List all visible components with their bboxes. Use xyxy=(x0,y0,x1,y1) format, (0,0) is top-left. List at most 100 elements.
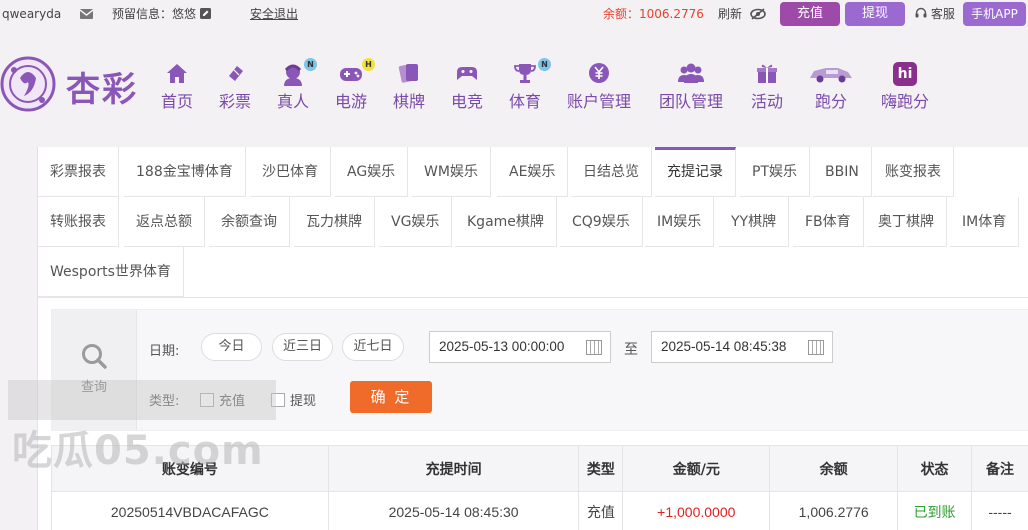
logo-text: 杏彩 xyxy=(66,70,138,110)
car-icon xyxy=(808,62,854,86)
tab-ag[interactable]: AG娱乐 xyxy=(335,147,409,197)
search-icon xyxy=(82,344,107,369)
nav-label: 账户管理 xyxy=(566,92,631,111)
customer-service[interactable]: 客服 xyxy=(915,0,955,28)
trophy-icon: N xyxy=(511,58,551,86)
range-three-days[interactable]: 近三日 xyxy=(272,333,333,361)
start-date-input[interactable]: 2025-05-13 00:00:00 xyxy=(429,331,611,363)
tab-wali[interactable]: 瓦力棋牌 xyxy=(294,197,375,247)
col-status: 状态 xyxy=(897,445,973,492)
col-remark: 备注 xyxy=(971,445,1028,492)
type-deposit-label: 充值 xyxy=(219,394,246,409)
nav-label: 彩票 xyxy=(218,92,251,111)
nav-label: 体育 xyxy=(508,92,541,111)
site-logo[interactable]: 杏彩 xyxy=(0,56,150,114)
refresh-link[interactable]: 刷新 xyxy=(718,0,742,28)
cell-time: 2025-05-14 08:45:30 xyxy=(327,491,580,530)
calendar-icon[interactable] xyxy=(808,340,824,355)
range-today[interactable]: 今日 xyxy=(201,333,262,361)
esports-icon xyxy=(454,62,480,86)
nav-home[interactable]: 首页 xyxy=(160,62,194,112)
cell-status: 已到账 xyxy=(897,491,973,530)
nav-sports[interactable]: N 体育 xyxy=(508,58,551,112)
username: qwearyda xyxy=(2,7,62,21)
withdraw-button[interactable]: 提现 xyxy=(845,2,905,26)
nav-label: 棋牌 xyxy=(392,92,425,111)
nav-lottery[interactable]: 彩票 xyxy=(218,62,252,112)
nav-slots[interactable]: H 电游 xyxy=(334,58,375,112)
balance-display: 余额：1006.2776 xyxy=(603,0,704,28)
col-amount: 金额/元 xyxy=(622,445,771,492)
logout-link[interactable]: 安全退出 xyxy=(250,0,298,28)
end-date-input[interactable]: 2025-05-14 08:45:38 xyxy=(651,331,833,363)
start-date-value: 2025-05-13 00:00:00 xyxy=(439,339,565,354)
nav-label: 真人 xyxy=(276,92,309,111)
nav-label: 嗨跑分 xyxy=(880,92,929,111)
nav-esports[interactable]: 电竞 xyxy=(450,62,484,112)
query-label: 查询 xyxy=(80,380,107,395)
col-balance: 余额 xyxy=(769,445,899,492)
tab-wm[interactable]: WM娱乐 xyxy=(412,147,491,197)
reserve-info: 预留信息：悠悠 xyxy=(112,7,197,21)
checkbox[interactable] xyxy=(200,393,214,407)
col-time: 充提时间 xyxy=(327,445,580,492)
end-date-value: 2025-05-14 08:45:38 xyxy=(661,339,787,354)
headset-icon xyxy=(915,7,927,18)
query-column: 查询 xyxy=(52,310,137,430)
mobile-app-button[interactable]: 手机APP xyxy=(963,2,1026,26)
dealer-icon: N xyxy=(279,58,317,86)
tab-transfer-report[interactable]: 转账报表 xyxy=(38,197,119,247)
tab-cq9[interactable]: CQ9娱乐 xyxy=(560,197,643,247)
tab-bbin[interactable]: BBIN xyxy=(813,147,872,197)
cards-icon xyxy=(397,62,421,86)
tab-188bet[interactable]: 188金宝博体育 xyxy=(124,147,246,197)
tab-deposit-withdraw-records[interactable]: 充提记录 xyxy=(655,147,736,197)
tab-ae[interactable]: AE娱乐 xyxy=(497,147,569,197)
nav-activity[interactable]: 活动 xyxy=(750,62,784,112)
nav-badge: N xyxy=(538,58,551,71)
cell-type: 充值 xyxy=(578,491,624,530)
tab-rebate-total[interactable]: 返点总额 xyxy=(124,197,205,247)
nav-live[interactable]: N 真人 xyxy=(276,58,317,112)
cell-balance: 1,006.2776 xyxy=(769,491,899,530)
edit-icon[interactable] xyxy=(200,0,211,28)
table-header-row: 账变编号 充提时间 类型 金额/元 余额 状态 备注 xyxy=(51,445,1028,492)
checkbox[interactable] xyxy=(271,393,285,407)
nav-hi-running[interactable]: hi 嗨跑分 xyxy=(880,62,930,112)
tab-pt[interactable]: PT娱乐 xyxy=(740,147,810,197)
range-seven-days[interactable]: 近七日 xyxy=(342,333,404,361)
nav-cards[interactable]: 棋牌 xyxy=(392,62,426,112)
to-label: 至 xyxy=(624,342,638,358)
tab-im-sports[interactable]: IM体育 xyxy=(950,197,1020,247)
tab-account-change[interactable]: 账变报表 xyxy=(873,147,954,197)
tab-kgame[interactable]: Kgame棋牌 xyxy=(455,197,557,247)
nav-running[interactable]: 跑分 xyxy=(806,62,856,112)
gift-icon xyxy=(755,62,779,86)
tab-lottery-report[interactable]: 彩票报表 xyxy=(38,147,119,197)
deposit-button[interactable]: 充值 xyxy=(780,2,840,26)
records-table: 账变编号 充提时间 类型 金额/元 余额 状态 备注 20250514VBDAC… xyxy=(51,445,1028,530)
tab-daily-overview[interactable]: 日结总览 xyxy=(571,147,652,197)
tab-wesports[interactable]: Wesports世界体育 xyxy=(38,247,184,297)
tab-vg[interactable]: VG娱乐 xyxy=(379,197,453,247)
nav-label: 电竞 xyxy=(450,92,483,111)
tab-area-divider xyxy=(38,297,1028,298)
eye-hidden-icon[interactable] xyxy=(750,0,766,28)
tab-yy[interactable]: YY棋牌 xyxy=(719,197,790,247)
calendar-icon[interactable] xyxy=(586,340,602,355)
cell-amount: +1,000.0000 xyxy=(622,491,771,530)
tab-saba[interactable]: 沙巴体育 xyxy=(250,147,331,197)
tab-fb[interactable]: FB体育 xyxy=(793,197,864,247)
type-deposit-checkbox[interactable]: 充值 xyxy=(200,390,245,409)
mail-icon[interactable] xyxy=(79,0,94,28)
tab-odin[interactable]: 奥丁棋牌 xyxy=(866,197,947,247)
nav-team[interactable]: 团队管理 xyxy=(658,62,724,112)
type-withdraw-checkbox[interactable]: 提现 xyxy=(271,390,316,409)
nav-account[interactable]: 账户管理 xyxy=(566,62,632,112)
tab-balance-query[interactable]: 余额查询 xyxy=(209,197,290,247)
col-type: 类型 xyxy=(578,445,624,492)
tab-im-casino[interactable]: IM娱乐 xyxy=(645,197,715,247)
home-icon xyxy=(165,62,189,86)
customer-service-label: 客服 xyxy=(930,7,955,21)
confirm-button[interactable]: 确 定 xyxy=(350,381,432,413)
